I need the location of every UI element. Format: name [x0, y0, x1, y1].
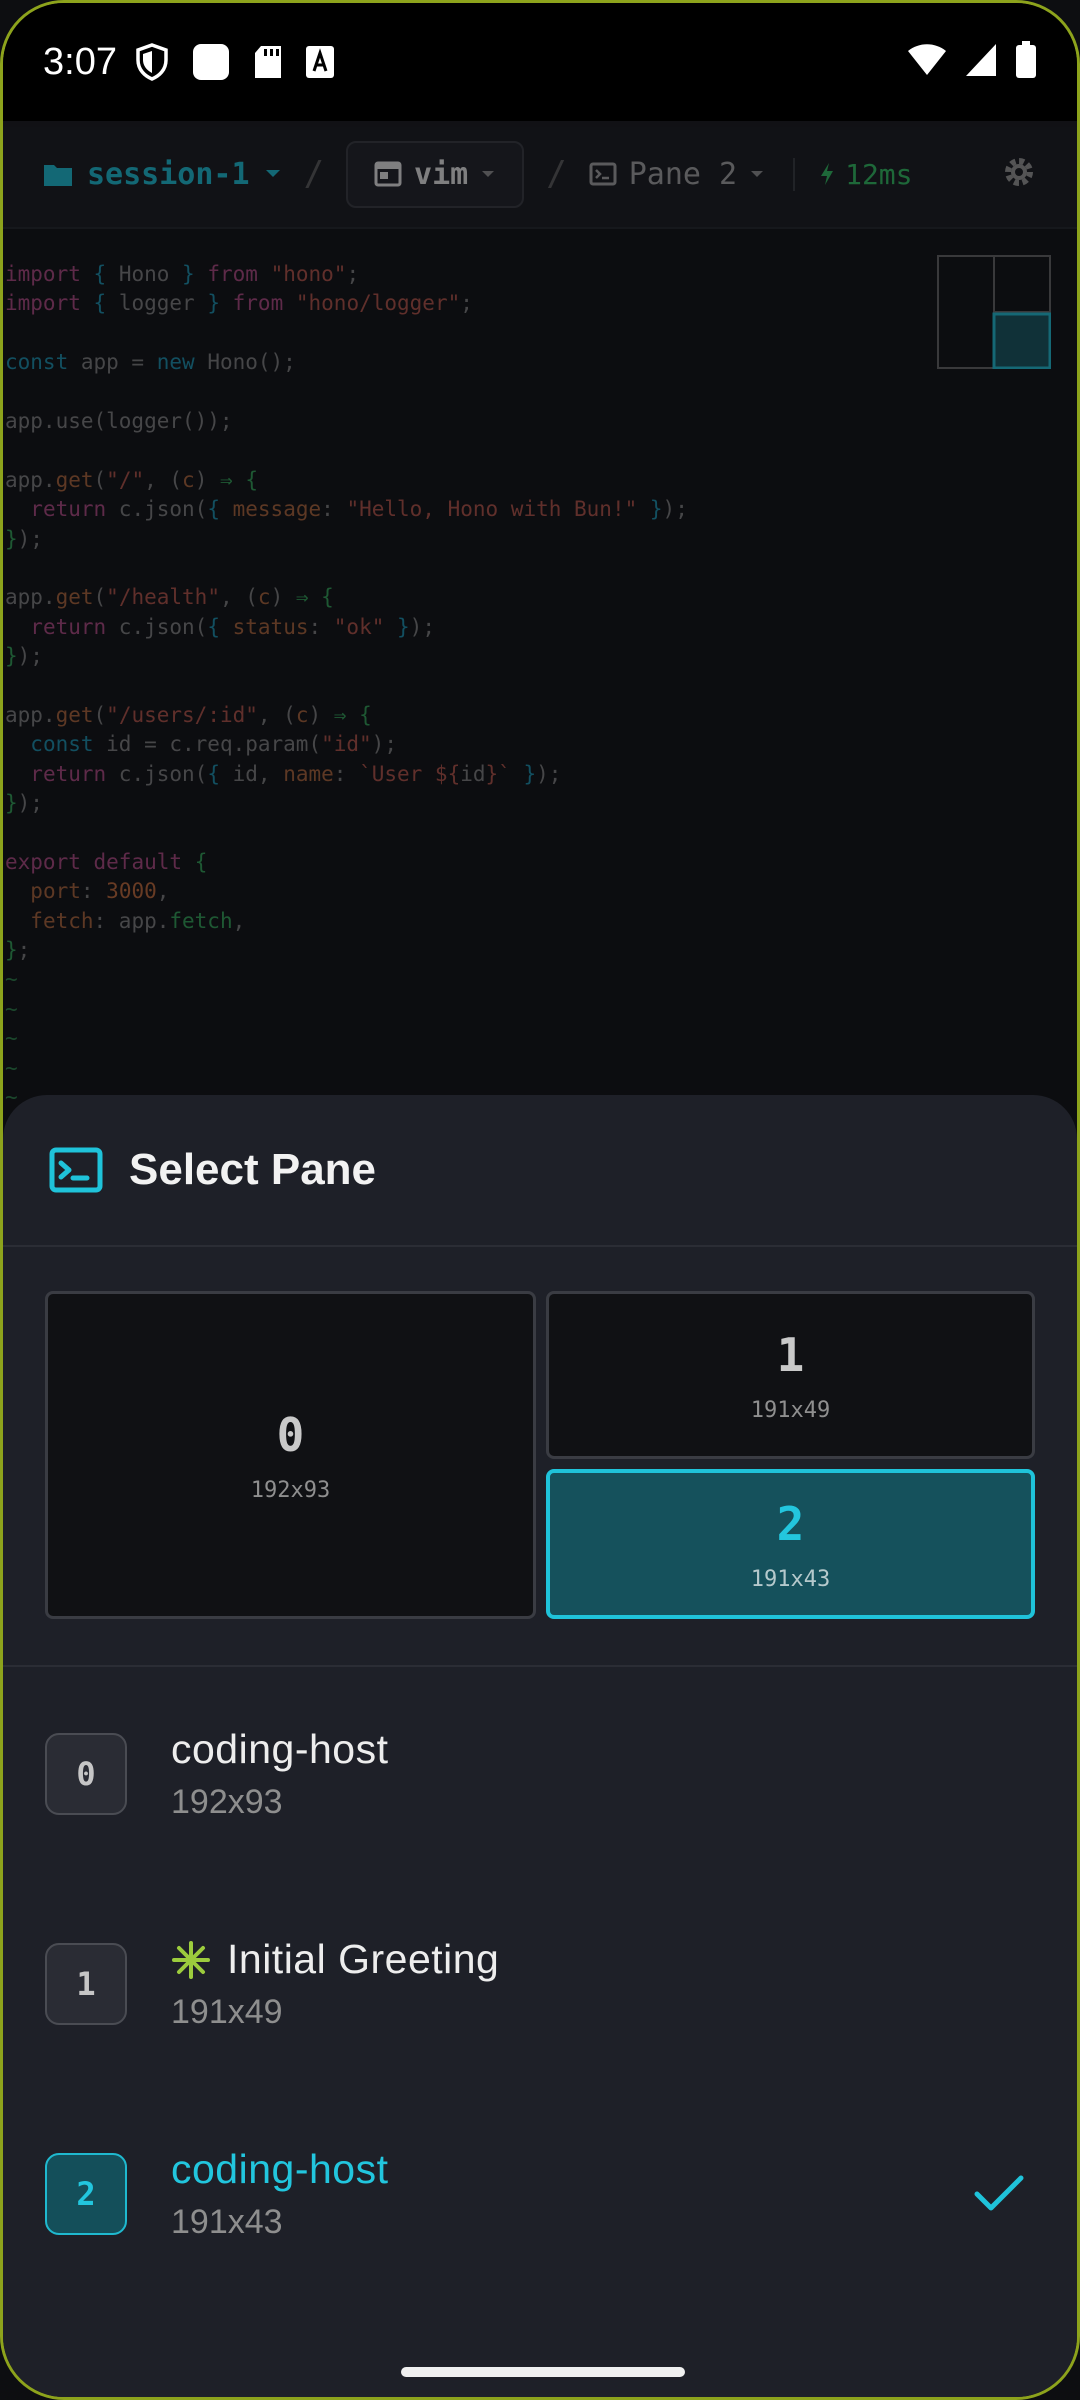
breadcrumb-separator: / [546, 154, 567, 194]
pane-list: 0 coding-host 192x93 1 Initial Greeting … [3, 1669, 1077, 2299]
code-line: ~ [5, 996, 18, 1021]
pane-list-item-0[interactable]: 0 coding-host 192x93 [3, 1669, 1077, 1879]
bolt-icon [821, 163, 834, 185]
pane-item-text: Initial Greeting 191x49 [171, 1936, 499, 2032]
layout-pane-id: 1 [776, 1327, 805, 1382]
layout-pane-dims: 192x93 [250, 1477, 331, 1503]
chevron-down-icon [482, 171, 495, 177]
pane-index-badge: 2 [45, 2153, 127, 2235]
layout-pane-id: 0 [276, 1407, 305, 1462]
sheet-title: Select Pane [129, 1145, 377, 1194]
layout-pane-id: 2 [776, 1496, 805, 1551]
square-app-icon [191, 42, 231, 82]
settings-gear-icon[interactable] [1001, 154, 1037, 194]
code-line: }); [5, 791, 43, 816]
code-line: ~ [5, 1055, 18, 1080]
layout-pane-2[interactable]: 2 191x43 [546, 1469, 1035, 1619]
session-toolbar: session-1 / vim / Pane 2 12ms [3, 121, 1077, 229]
sheet-header: Select Pane [3, 1095, 1077, 1247]
wifi-icon [907, 43, 947, 81]
breadcrumb-separator: / [303, 154, 325, 194]
code-line: const app = new Hono(); [5, 350, 296, 375]
code-line: return c.json({ id, name: `User ${id}` }… [30, 761, 562, 786]
pane-list-item-1[interactable]: 1 Initial Greeting 191x49 [3, 1879, 1077, 2089]
latency-value: 12ms [845, 157, 913, 191]
pane-item-name: coding-host [171, 1726, 389, 1772]
pane-item-name-row: Initial Greeting [171, 1936, 499, 1983]
code-line: return c.json({ status: "ok" }); [30, 614, 435, 639]
window-selector[interactable]: vim [346, 140, 525, 208]
session-name: session-1 [87, 156, 250, 192]
pane-item-text: coding-host 191x43 [171, 2146, 388, 2242]
code-line: app.get("/", (c) ⇒ { [5, 467, 258, 492]
signal-icon [965, 43, 997, 81]
pane-item-text: coding-host 192x93 [171, 1726, 388, 1822]
code-line: export default { [5, 849, 208, 874]
code-line: app.get("/users/:id", (c) ⇒ { [5, 702, 372, 727]
pane-item-dims: 192x93 [171, 1783, 283, 1821]
pane-layout-preview: 0 192x93 1 191x49 2 191x43 [45, 1291, 1035, 1619]
shield-icon [135, 43, 169, 81]
layout-pane-dims: 191x49 [750, 1397, 831, 1423]
device-frame: 3:07 session-1 / vim / Pane 2 12ms impor… [0, 0, 1080, 2400]
code-line: return c.json({ message: "Hello, Hono wi… [30, 497, 688, 522]
layout-pane-1[interactable]: 1 191x49 [546, 1291, 1035, 1459]
pane-item-name: coding-host [171, 2146, 389, 2192]
checkmark-icon [974, 2175, 1024, 2211]
pane-index-badge: 0 [45, 1733, 127, 1815]
status-time: 3:07 [43, 40, 117, 83]
code-line: fetch: app.fetch, [30, 908, 246, 933]
pane-item-dims: 191x43 [171, 2203, 283, 2241]
layout-pane-0[interactable]: 0 192x93 [45, 1291, 536, 1619]
pane-name: Pane 2 [628, 156, 738, 192]
pane-layout-minimap [937, 255, 1051, 369]
latency-indicator: 12ms [793, 157, 913, 191]
pane-item-name: Initial Greeting [227, 1936, 500, 1982]
code-line: const id = c.req.param("id"); [30, 732, 397, 757]
code-line: import { Hono } from "hono"; [5, 262, 360, 286]
battery-icon [1015, 41, 1037, 83]
sparkle-icon [172, 1940, 210, 1979]
code-line: }; [5, 937, 31, 962]
pane-list-item-2[interactable]: 2 coding-host 191x43 [3, 2089, 1077, 2299]
window-icon [374, 161, 402, 187]
select-pane-sheet: Select Pane 0 192x93 1 191x49 2 191x43 0… [3, 1095, 1077, 2397]
code-line: }); [5, 526, 43, 551]
code-line: ~ [5, 1026, 18, 1051]
code-line: port: 3000, [30, 879, 170, 904]
code-line: }); [5, 644, 43, 669]
layout-pane-dims: 191x43 [750, 1566, 831, 1592]
terminal-icon [589, 162, 617, 186]
session-selector[interactable]: session-1 [43, 157, 282, 192]
pane-item-dims: 191x49 [171, 1993, 283, 2031]
folder-icon [44, 165, 72, 186]
font-icon [305, 45, 335, 79]
code-line: app.get("/health", (c) ⇒ { [5, 585, 334, 610]
terminal-code-view[interactable]: import { Hono } from "hono"; import { log… [3, 235, 1077, 1120]
terminal-icon [49, 1147, 103, 1193]
pane-index-badge: 1 [45, 1943, 127, 2025]
window-name: vim [414, 156, 469, 192]
code-line: app.use(logger()); [5, 408, 233, 433]
chevron-down-icon [265, 170, 280, 177]
sd-card-icon [253, 44, 283, 80]
code-line: ~ [5, 967, 18, 992]
chevron-down-icon [751, 171, 764, 177]
home-indicator[interactable] [401, 2367, 685, 2377]
pane-selector[interactable]: Pane 2 [589, 157, 765, 192]
section-divider [3, 1665, 1077, 1667]
status-bar: 3:07 [3, 3, 1077, 121]
code-line: import { logger } from "hono/logger"; [5, 291, 473, 316]
